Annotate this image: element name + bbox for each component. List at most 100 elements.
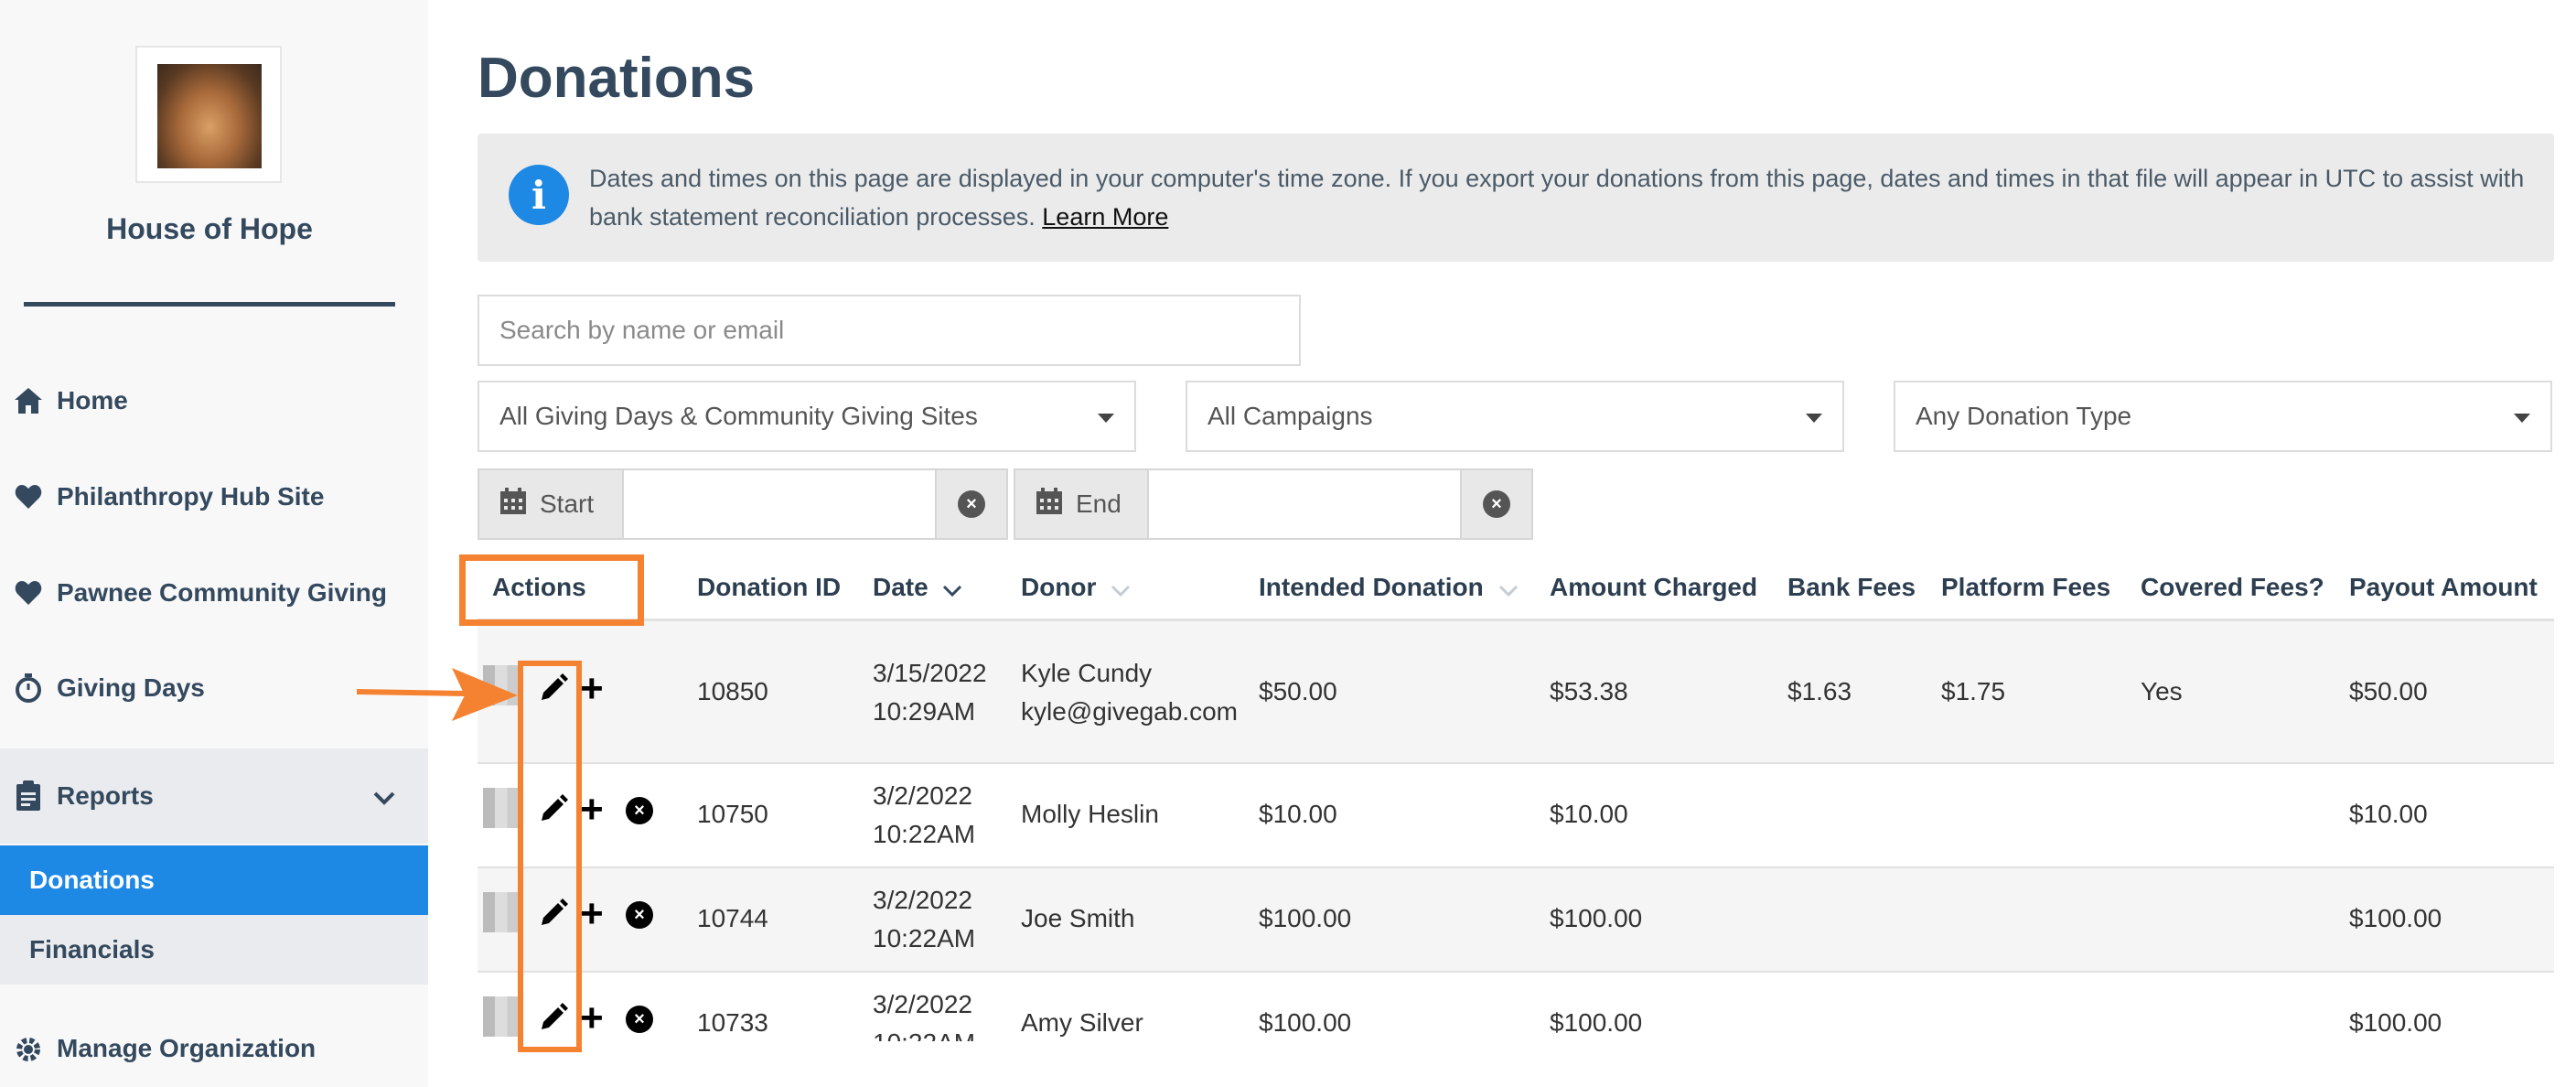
bank-fees: $1.63	[1787, 677, 1852, 705]
payout-amount: $100.00	[2349, 904, 2442, 932]
donation-time: 10:29AM	[873, 697, 976, 726]
search-input[interactable]	[478, 295, 1301, 366]
chevron-down-icon	[373, 783, 395, 813]
donation-id: 10750	[697, 800, 768, 828]
sidebar-item-manage-organization[interactable]: Manage Organization	[0, 1014, 428, 1087]
chevron-down-icon	[942, 575, 962, 604]
sidebar-item-label: Giving Days	[57, 673, 205, 702]
actions-highlight	[459, 554, 644, 626]
donation-time: 10:22AM	[873, 924, 976, 952]
org-name: House of Hope	[106, 212, 313, 245]
cancel-button[interactable]: ×	[626, 901, 653, 929]
amount-charged: $53.38	[1550, 677, 1628, 705]
intended-donation: $10.00	[1259, 800, 1337, 828]
info-text: Dates and times on this page are display…	[589, 159, 2528, 236]
add-button[interactable]: +	[580, 894, 604, 934]
sidebar-item-pawnee-community-giving[interactable]: Pawnee Community Giving	[0, 556, 428, 630]
end-date-clear-button[interactable]: ×	[1462, 470, 1531, 538]
arrow-annotation-icon	[357, 668, 518, 721]
cancel-button[interactable]: ×	[626, 797, 653, 824]
clear-icon: ×	[958, 490, 985, 518]
amount-charged: $10.00	[1550, 800, 1628, 828]
donor-name: Amy Silver	[1021, 1008, 1143, 1037]
clear-icon: ×	[1483, 490, 1510, 518]
end-label-text: End	[1076, 490, 1122, 518]
start-date-group: Start ×	[478, 468, 1008, 540]
caret-down-icon	[1098, 414, 1114, 423]
campaigns-select[interactable]: All Campaigns	[1186, 381, 1844, 452]
start-date-input[interactable]	[622, 470, 937, 538]
sidebar-item-label: Reports	[57, 781, 154, 810]
table-row: + 10850 3/15/2022 10:29AM Kyle Cundy kyl…	[478, 621, 2554, 764]
sidebar-item-label: Donations	[29, 866, 155, 894]
giving-days-value: All Giving Days & Community Giving Sites	[499, 402, 978, 430]
clipboard-icon	[13, 780, 44, 812]
header-label: Donation ID	[697, 573, 842, 601]
sidebar-item-philanthropy-hub[interactable]: Philanthropy Hub Site	[0, 460, 428, 533]
sidebar-item-label: Philanthropy Hub Site	[57, 482, 325, 511]
intended-donation: $50.00	[1259, 677, 1337, 705]
donation-date: 3/2/2022	[873, 990, 972, 1018]
caret-down-icon	[1806, 414, 1822, 423]
end-date-input[interactable]	[1147, 470, 1462, 538]
campaigns-value: All Campaigns	[1208, 402, 1373, 430]
org-logo[interactable]	[135, 46, 282, 183]
covered-fees: Yes	[2141, 677, 2183, 705]
amount-charged: $100.00	[1550, 1008, 1643, 1037]
donation-date: 3/15/2022	[873, 659, 987, 687]
calendar-icon	[1036, 487, 1063, 522]
cancel-button[interactable]: ×	[626, 1006, 653, 1033]
intended-donation: $100.00	[1259, 1008, 1352, 1037]
column-header-intended-donation[interactable]: Intended Donation	[1259, 573, 1519, 604]
donation-id: 10850	[697, 677, 768, 705]
end-date-label: End	[1015, 470, 1147, 538]
gear-icon	[13, 1034, 44, 1065]
calendar-icon	[499, 487, 527, 522]
sidebar-item-home[interactable]: Home	[0, 364, 428, 437]
org-logo-image	[157, 64, 262, 168]
column-header-date[interactable]: Date	[873, 573, 962, 604]
column-header-donor[interactable]: Donor	[1021, 573, 1131, 604]
header-label: Date	[873, 573, 928, 601]
column-header-amount-charged: Amount Charged	[1550, 573, 1758, 601]
table-row: + × 10744 3/2/2022 10:22AM Joe Smith $10…	[478, 868, 2554, 973]
stopwatch-icon	[13, 673, 44, 704]
sidebar-item-label: Financials	[29, 935, 155, 963]
column-header-donation-id[interactable]: Donation ID	[697, 573, 841, 602]
giving-days-select[interactable]: All Giving Days & Community Giving Sites	[478, 381, 1136, 452]
chevron-down-icon	[1111, 575, 1131, 604]
end-date-group: End ×	[1014, 468, 1533, 540]
column-header-bank-fees: Bank Fees	[1787, 573, 1916, 601]
header-label: Donor	[1021, 573, 1097, 601]
info-message: Dates and times on this page are display…	[589, 165, 2525, 231]
payout-amount: $100.00	[2349, 1008, 2442, 1037]
start-date-clear-button[interactable]: ×	[937, 470, 1006, 538]
sidebar-item-donations[interactable]: Donations	[0, 845, 428, 915]
column-header-payout-amount: Payout Amount	[2349, 573, 2538, 601]
add-button[interactable]: +	[580, 669, 604, 709]
sidebar: House of Hope Home Philanthropy Hub Site…	[0, 0, 428, 1087]
donation-id: 10733	[697, 1008, 768, 1037]
payout-amount: $50.00	[2349, 677, 2428, 705]
platform-fees: $1.75	[1941, 677, 2006, 705]
learn-more-link[interactable]: Learn More	[1042, 203, 1168, 231]
header-label: Intended Donation	[1259, 573, 1484, 601]
page-title: Donations	[478, 47, 756, 110]
start-label-text: Start	[540, 490, 595, 518]
table-row: + × 10750 3/2/2022 10:22AM Molly Heslin …	[478, 764, 2554, 868]
viewport-bottom-edge	[428, 1041, 2576, 1087]
add-button[interactable]: +	[580, 790, 604, 830]
sidebar-item-reports[interactable]: Reports	[0, 748, 428, 844]
sidebar-item-financials[interactable]: Financials	[0, 915, 428, 985]
amount-charged: $100.00	[1550, 904, 1643, 932]
donation-type-select[interactable]: Any Donation Type	[1894, 381, 2552, 452]
donation-type-value: Any Donation Type	[1916, 402, 2132, 430]
caret-down-icon	[2514, 414, 2530, 423]
donor-name: Joe Smith	[1021, 904, 1135, 932]
add-button[interactable]: +	[580, 998, 604, 1039]
donor-name: Kyle Cundy	[1021, 659, 1153, 687]
payout-amount: $10.00	[2349, 800, 2428, 828]
column-header-platform-fees: Platform Fees	[1941, 573, 2111, 601]
start-date-label: Start	[479, 470, 622, 538]
sidebar-item-label: Pawnee Community Giving	[57, 578, 387, 607]
